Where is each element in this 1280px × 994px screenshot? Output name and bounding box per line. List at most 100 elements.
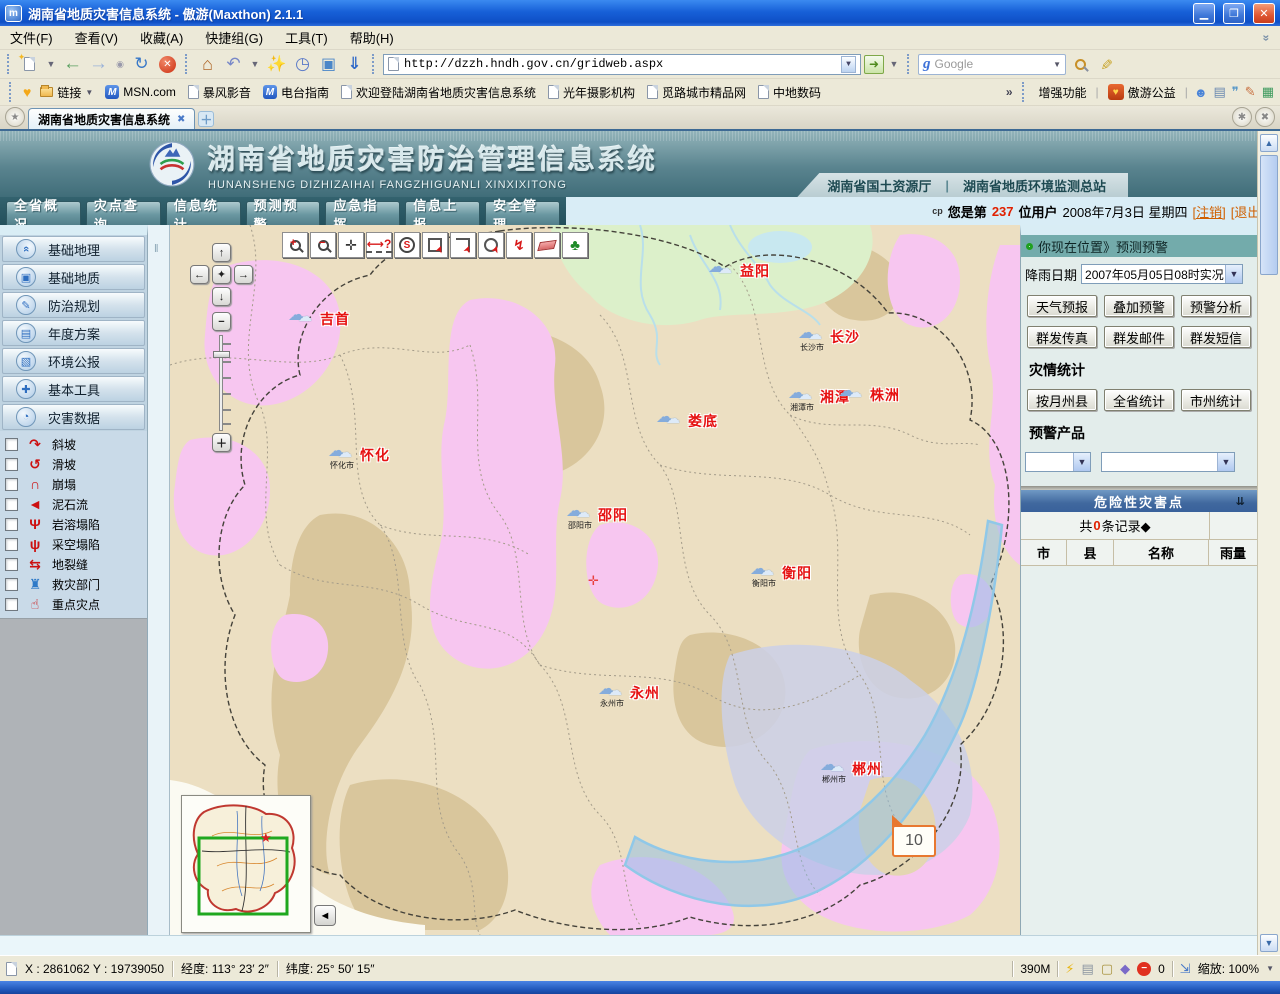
eraser-tool-icon[interactable] <box>534 232 560 258</box>
new-page-dropdown-icon[interactable]: ▼ <box>44 53 58 76</box>
map-canvas[interactable]: + − ✛ ⟷? S ➤ ➤ ➤ ↯ ♣ ↑ ← ✦ → <box>170 225 1020 935</box>
pen-tools-icon[interactable]: ✎ <box>1245 84 1256 100</box>
search-button[interactable] <box>1069 53 1092 76</box>
history-dropdown-icon[interactable]: ◉ <box>113 53 127 76</box>
link-land-resources[interactable]: 湖南省国土资源厅 <box>827 176 931 195</box>
new-page-button[interactable]: ✦ <box>18 53 41 76</box>
tab-active[interactable]: 湖南省地质灾害信息系统 ✖ <box>28 108 195 129</box>
menu-file[interactable]: 文件(F) <box>10 28 53 47</box>
warning-analysis-button[interactable]: 预警分析 <box>1181 295 1251 317</box>
printer-icon[interactable]: ▤ <box>1082 961 1094 977</box>
pan-up-button[interactable]: ↑ <box>212 243 231 262</box>
address-bar[interactable]: http://dzzh.hndh.gov.cn/gridweb.aspx ▼ <box>383 54 861 75</box>
menu-tools[interactable]: 工具(T) <box>285 28 328 47</box>
layer-karst-collapse[interactable]: Ψ岩溶塌陷 <box>0 514 147 534</box>
link-geo-monitor[interactable]: 湖南省地质环境监测总站 <box>963 176 1106 195</box>
back-button[interactable]: ← <box>61 53 84 76</box>
filter-icon[interactable]: ◆ <box>1120 961 1130 977</box>
history-button[interactable]: ◷ <box>291 53 314 76</box>
dropdown-arrow-icon[interactable]: ▼ <box>1217 453 1234 471</box>
link-milu[interactable]: 觅路城市精品网 <box>644 82 749 103</box>
pan-left-button[interactable]: ← <box>190 265 209 284</box>
sidebar-item-environment-bulletin[interactable]: ▧环境公报 <box>2 348 145 374</box>
mass-sms-button[interactable]: 群发短信 <box>1181 326 1251 348</box>
overview-collapse-button[interactable]: ◄ <box>314 905 336 926</box>
monthly-county-button[interactable]: 按月州县 <box>1027 389 1097 411</box>
page-scrollbar[interactable]: ▲ ▼ <box>1257 131 1280 955</box>
layer-ground-fissure[interactable]: ⇆地裂缝 <box>0 554 147 574</box>
zoom-slider-track[interactable] <box>219 335 223 431</box>
address-dropdown-icon[interactable]: ▼ <box>841 56 856 73</box>
skin-icon[interactable]: ▦ <box>1262 84 1274 100</box>
collapse-icon[interactable]: ⇊ <box>1236 495 1247 508</box>
zoom-level[interactable]: 缩放: 100% <box>1198 960 1259 977</box>
pan-right-button[interactable]: → <box>234 265 253 284</box>
maxthon-charity-button[interactable]: ♥傲游公益 <box>1105 82 1179 103</box>
dropdown-arrow-icon[interactable]: ▼ <box>1073 453 1090 471</box>
checkbox[interactable] <box>5 438 18 451</box>
search-engine-dropdown-icon[interactable]: ▼ <box>1053 60 1061 69</box>
favorites-heart-icon[interactable]: ♥ <box>23 84 31 100</box>
blocked-count-icon[interactable]: − <box>1137 962 1151 976</box>
checkbox[interactable] <box>5 578 18 591</box>
undo-dropdown-icon[interactable]: ▼ <box>248 53 262 76</box>
menu-groups[interactable]: 快捷组(G) <box>205 28 263 47</box>
scale-tool-icon[interactable]: S <box>394 232 420 258</box>
rain-date-select[interactable]: 2007年05月05日08时实况▼ <box>1081 264 1243 284</box>
zoom-in-tool-icon[interactable]: + <box>282 232 308 258</box>
search-box[interactable]: g Google ▼ <box>918 54 1066 75</box>
plugins-button[interactable]: 增强功能 <box>1036 82 1090 103</box>
boost-icon[interactable]: ⚡ <box>1065 961 1074 977</box>
menu-overflow-icon[interactable]: » <box>1260 34 1274 41</box>
layer-debris-flow[interactable]: ◄泥石流 <box>0 494 147 514</box>
links-folder[interactable]: 链接▼ <box>37 82 96 103</box>
sidebar-item-basic-tools[interactable]: ✚基本工具 <box>2 376 145 402</box>
clear-highlight-tool-icon[interactable]: ♣ <box>562 232 588 258</box>
user-icon[interactable]: ☻ <box>1194 85 1208 100</box>
resize-icon[interactable]: ⇲ <box>1180 961 1191 977</box>
go-dropdown-icon[interactable]: ▼ <box>887 53 901 76</box>
mass-email-button[interactable]: 群发邮件 <box>1104 326 1174 348</box>
scrollbar-thumb[interactable] <box>1260 155 1278 275</box>
window-icon[interactable]: ▤ <box>1214 84 1226 100</box>
link-zhongdi[interactable]: 中地数码 <box>755 82 824 103</box>
product-item-select[interactable]: ▼ <box>1101 452 1235 472</box>
search-placeholder[interactable]: Google <box>935 57 1050 71</box>
nav-tab-security[interactable]: 安全管理 <box>485 201 560 225</box>
danger-points-header[interactable]: 危险性灾害点 ⇊ <box>1021 490 1257 512</box>
zoom-out-button[interactable]: − <box>212 312 231 331</box>
links-overflow-icon[interactable]: » <box>1006 85 1013 99</box>
home-button[interactable]: ⌂ <box>196 53 219 76</box>
logout-link[interactable]: [注销] <box>1193 202 1226 221</box>
sidebar-item-base-geology[interactable]: ▣基础地质 <box>2 264 145 290</box>
select-circle-tool-icon[interactable]: ➤ <box>478 232 504 258</box>
layer-mining-collapse[interactable]: ψ采空塌陷 <box>0 534 147 554</box>
nav-tab-query[interactable]: 灾点查询 <box>86 201 161 225</box>
sidebar-item-prevention-plan[interactable]: ✎防治规划 <box>2 292 145 318</box>
layer-rescue-department[interactable]: ♜救灾部门 <box>0 574 147 594</box>
layer-slope[interactable]: ↷斜坡 <box>0 434 147 454</box>
zoom-out-tool-icon[interactable]: − <box>310 232 336 258</box>
menu-help[interactable]: 帮助(H) <box>350 28 394 47</box>
favorites-star-button[interactable]: ★ <box>5 107 25 127</box>
toolbar-grip[interactable] <box>7 54 12 74</box>
nav-tab-report[interactable]: 信息上报 <box>405 201 480 225</box>
go-button[interactable]: ➜ <box>864 55 884 74</box>
link-hunan-geo[interactable]: 欢迎登陆湖南省地质灾害信息系统 <box>338 82 539 103</box>
new-window-icon[interactable]: ▢ <box>1101 961 1113 977</box>
checkbox[interactable] <box>5 498 18 511</box>
toolbar-grip[interactable] <box>907 54 912 74</box>
checkbox[interactable] <box>5 538 18 551</box>
nav-tab-emergency[interactable]: 应急指挥 <box>325 201 400 225</box>
link-msn[interactable]: MMSN.com <box>102 83 179 101</box>
select-polygon-tool-icon[interactable]: ➤ <box>450 232 476 258</box>
link-guangnian[interactable]: 光年摄影机构 <box>545 82 638 103</box>
tab-list-close-button[interactable]: ✖ <box>1255 107 1275 127</box>
undo-button[interactable]: ↶ <box>222 53 245 76</box>
minimize-button[interactable]: ▁ <box>1193 3 1215 24</box>
restore-button[interactable]: ❐ <box>1223 3 1245 24</box>
nav-tab-statistics[interactable]: 信息统计 <box>166 201 241 225</box>
layer-collapse[interactable]: ∩崩塌 <box>0 474 147 494</box>
province-stats-button[interactable]: 全省统计 <box>1104 389 1174 411</box>
magic-fill-button[interactable]: ✨ <box>265 53 288 76</box>
